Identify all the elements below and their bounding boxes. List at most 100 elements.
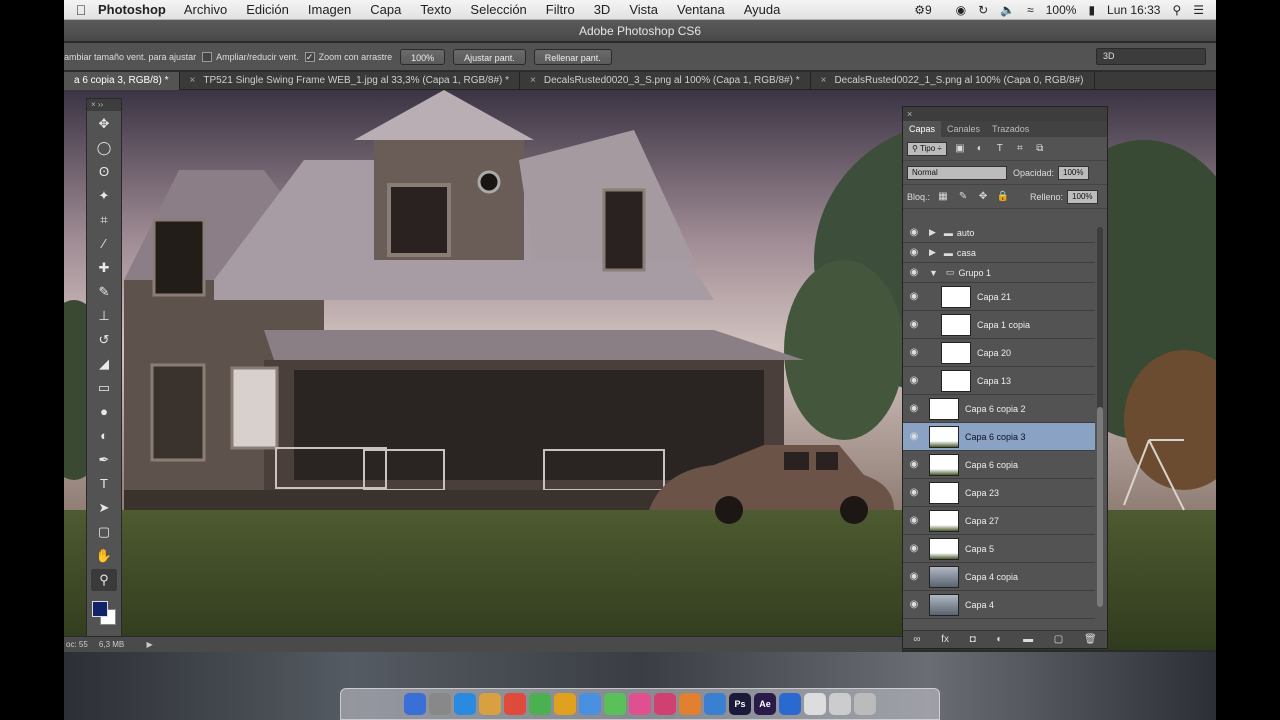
layers-scrollbar[interactable]	[1097, 227, 1103, 607]
layer-row[interactable]: ◉ Capa 4 copia	[903, 563, 1095, 591]
disclosure-triangle-icon[interactable]: ▶	[929, 247, 936, 258]
app-icon[interactable]	[479, 693, 501, 715]
app-icon[interactable]	[554, 693, 576, 715]
layer-row[interactable]: ◉ ▶ ▬ auto	[903, 223, 1095, 243]
volume-icon[interactable]: 🔈	[1000, 3, 1015, 17]
record-icon[interactable]: ◉	[956, 3, 966, 17]
link-layers-icon[interactable]: ∞	[913, 634, 920, 645]
document-icon[interactable]	[804, 693, 826, 715]
clone-stamp-tool-icon[interactable]: ⊥	[91, 305, 117, 327]
tab-close-icon[interactable]: ×	[530, 75, 536, 86]
after-effects-icon[interactable]: Ae	[754, 693, 776, 715]
fill-screen-button[interactable]: Rellenar pant.	[533, 48, 612, 65]
app-icon[interactable]	[529, 693, 551, 715]
visibility-eye-icon[interactable]: ◉	[903, 599, 925, 610]
layer-row[interactable]: ◉ ▶ ▬ casa	[903, 243, 1095, 263]
apple-icon[interactable]: 	[64, 2, 98, 18]
tab-trazados[interactable]: Trazados	[986, 121, 1035, 137]
layer-row[interactable]: ◉ Capa 23	[903, 479, 1095, 507]
battery-percent[interactable]: 100%	[1046, 3, 1077, 17]
trash-icon[interactable]	[854, 693, 876, 715]
notification-center-icon[interactable]: ☰	[1193, 3, 1204, 17]
menu-edicion[interactable]: Edición	[246, 2, 289, 17]
finder-icon[interactable]	[404, 693, 426, 715]
tab-canales[interactable]: Canales	[941, 121, 986, 137]
lock-transparency-icon[interactable]: ▦	[936, 191, 950, 202]
brush-tool-icon[interactable]: ✎	[91, 281, 117, 303]
app-icon[interactable]	[704, 693, 726, 715]
visibility-eye-icon[interactable]: ◉	[903, 515, 925, 526]
zoom-100-button[interactable]: 100%	[400, 48, 446, 65]
magic-wand-tool-icon[interactable]: ✦	[91, 185, 117, 207]
move-tool-icon[interactable]: ✥	[91, 113, 117, 135]
lasso-tool-icon[interactable]: ʘ	[91, 161, 117, 183]
sync-icon[interactable]: ↻	[978, 3, 988, 17]
visibility-eye-icon[interactable]: ◉	[903, 487, 925, 498]
tab-close-icon[interactable]: ×	[821, 75, 827, 86]
smart-object-filter-icon[interactable]: ⧉	[1033, 143, 1047, 154]
adjustment-filter-icon[interactable]: ◐	[973, 143, 987, 154]
type-filter-icon[interactable]: T	[993, 143, 1007, 154]
layer-row-selected[interactable]: ◉ Capa 6 copia 3	[903, 423, 1095, 451]
visibility-eye-icon[interactable]: ◉	[903, 291, 925, 302]
visibility-eye-icon[interactable]: ◉	[903, 247, 925, 258]
visibility-eye-icon[interactable]: ◉	[903, 267, 925, 278]
tab-document-active[interactable]: a 6 copia 3, RGB/8) *	[64, 72, 180, 90]
pen-tool-icon[interactable]: ✒	[91, 449, 117, 471]
type-tool-icon[interactable]: T	[91, 473, 117, 495]
safari-icon[interactable]	[454, 693, 476, 715]
menu-capa[interactable]: Capa	[370, 2, 401, 17]
chrome-icon[interactable]	[504, 693, 526, 715]
workspace-switcher[interactable]: 3D	[1096, 48, 1206, 65]
tab-close-icon[interactable]: ×	[190, 75, 196, 86]
lock-all-icon[interactable]: 🔒	[996, 191, 1010, 202]
healing-brush-tool-icon[interactable]: ✚	[91, 257, 117, 279]
layer-style-icon[interactable]: fx	[941, 634, 949, 645]
layer-row[interactable]: ◉ Capa 1 copia	[903, 311, 1095, 339]
status-menu-arrow-icon[interactable]: ▶	[147, 640, 153, 649]
layer-row[interactable]: ◉ Capa 5	[903, 535, 1095, 563]
layers-panel-header[interactable]: ×	[903, 107, 1107, 121]
shape-tool-icon[interactable]: ▢	[91, 521, 117, 543]
layer-row[interactable]: ◉ Capa 20	[903, 339, 1095, 367]
visibility-eye-icon[interactable]: ◉	[903, 375, 925, 386]
tab-document[interactable]: × TP521 Single Swing Frame WEB_1.jpg al 3…	[180, 72, 521, 90]
messages-icon[interactable]	[604, 693, 626, 715]
eyedropper-tool-icon[interactable]: ⁄	[91, 233, 117, 255]
visibility-eye-icon[interactable]: ◉	[903, 227, 925, 238]
menu-archivo[interactable]: Archivo	[184, 2, 227, 17]
menu-ayuda[interactable]: Ayuda	[744, 2, 781, 17]
blur-tool-icon[interactable]: ●	[91, 401, 117, 423]
menu-3d[interactable]: 3D	[594, 2, 611, 17]
battery-icon[interactable]: ▮	[1088, 3, 1095, 17]
lock-position-icon[interactable]: ✥	[976, 191, 990, 202]
fill-field[interactable]: 100%	[1067, 189, 1098, 204]
disclosure-triangle-open-icon[interactable]: ▼	[929, 268, 938, 278]
tab-document[interactable]: × DecalsRusted0022_1_S.png al 100% (Capa …	[811, 72, 1095, 90]
menu-seleccion[interactable]: Selección	[470, 2, 526, 17]
visibility-eye-icon[interactable]: ◉	[903, 543, 925, 554]
fit-screen-button[interactable]: Ajustar pant.	[453, 48, 526, 65]
photoshop-icon[interactable]: Ps	[729, 693, 751, 715]
layer-row[interactable]: ◉ Capa 4	[903, 591, 1095, 619]
scrubby-zoom-checkbox[interactable]: ✓	[304, 51, 315, 62]
itunes-icon[interactable]	[654, 693, 676, 715]
app-icon[interactable]	[579, 693, 601, 715]
visibility-eye-icon[interactable]: ◉	[903, 431, 925, 442]
zoom-tool-icon[interactable]: ⚲	[91, 569, 117, 591]
layer-row[interactable]: ◉ Capa 6 copia 2	[903, 395, 1095, 423]
shape-filter-icon[interactable]: ⌗	[1013, 143, 1027, 154]
hand-tool-icon[interactable]: ✋	[91, 545, 117, 567]
photos-icon[interactable]	[629, 693, 651, 715]
clock[interactable]: Lun 16:33	[1107, 3, 1160, 17]
pixel-filter-icon[interactable]: ▣	[953, 143, 967, 154]
adjustment-layer-icon[interactable]: ◐	[996, 634, 1002, 645]
layer-row[interactable]: ◉ Capa 13	[903, 367, 1095, 395]
menu-vista[interactable]: Vista	[629, 2, 658, 17]
visibility-eye-icon[interactable]: ◉	[903, 459, 925, 470]
tab-document[interactable]: × DecalsRusted0020_3_S.png al 100% (Capa …	[520, 72, 811, 90]
disclosure-triangle-icon[interactable]: ▶	[929, 227, 936, 238]
layer-row[interactable]: ◉ Capa 6 copia	[903, 451, 1095, 479]
menu-texto[interactable]: Texto	[420, 2, 451, 17]
visibility-eye-icon[interactable]: ◉	[903, 319, 925, 330]
